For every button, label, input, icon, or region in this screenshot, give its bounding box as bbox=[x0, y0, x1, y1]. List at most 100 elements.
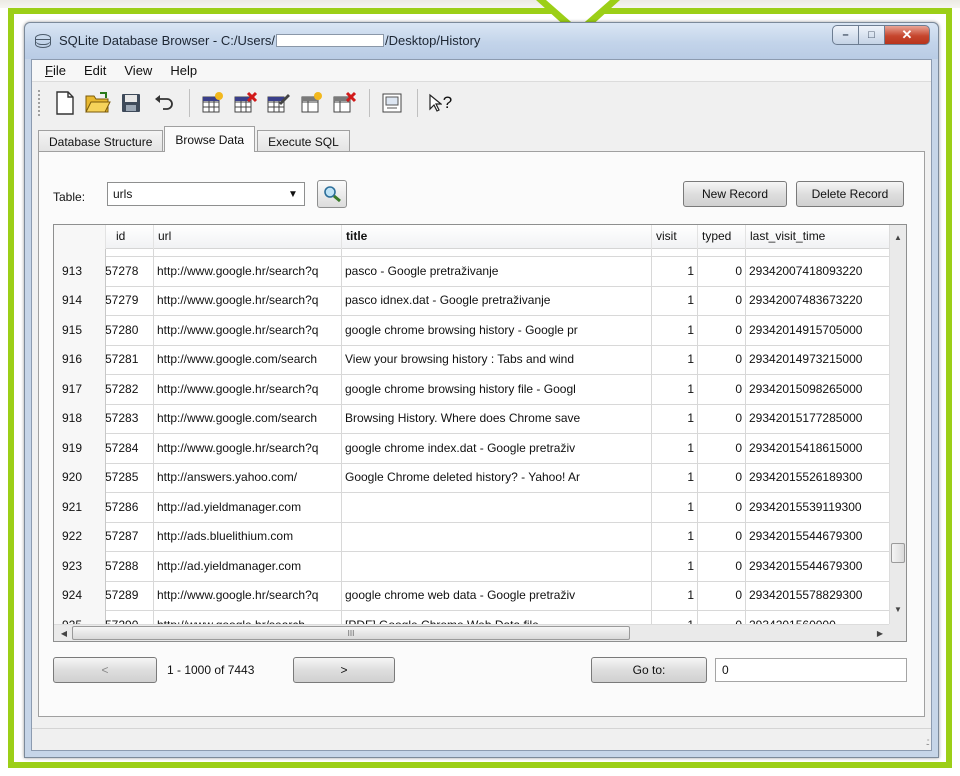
table-row[interactable]: 922 57287 http://ads.bluelithium.com 1 0 2934… bbox=[54, 522, 890, 552]
scroll-down-arrow-icon[interactable]: ▼ bbox=[890, 601, 906, 617]
id-cell[interactable]: 57286 bbox=[106, 492, 154, 523]
typed-cell[interactable]: 0 bbox=[698, 286, 746, 316]
id-cell[interactable]: 57279 bbox=[106, 286, 154, 316]
goto-input[interactable]: 0 bbox=[715, 658, 907, 682]
title-cell[interactable] bbox=[342, 522, 652, 552]
last-visit-time-cell[interactable]: 29342015526189300 bbox=[746, 463, 890, 493]
column-header-url[interactable]: url bbox=[154, 225, 342, 249]
url-cell[interactable]: http://www.google.hr/search?q bbox=[154, 286, 342, 316]
visit-cell[interactable]: 1 bbox=[652, 286, 698, 316]
new-record-button[interactable]: New Record bbox=[683, 181, 787, 207]
delete-record-button[interactable]: Delete Record bbox=[796, 181, 904, 207]
whats-this-icon[interactable]: ? bbox=[425, 88, 455, 118]
visit-cell[interactable]: 1 bbox=[652, 315, 698, 346]
scroll-up-arrow-icon[interactable]: ▲ bbox=[890, 229, 906, 245]
tab-execute-sql[interactable]: Execute SQL bbox=[257, 130, 350, 152]
table-row[interactable]: 915 57280 http://www.google.hr/search?q goo… bbox=[54, 315, 890, 346]
typed-cell[interactable]: 0 bbox=[698, 522, 746, 552]
table-row[interactable]: 919 57284 http://www.google.hr/search?q goo… bbox=[54, 433, 890, 464]
menu-help[interactable]: Help bbox=[161, 63, 206, 78]
column-header-id[interactable]: id bbox=[106, 225, 154, 249]
visit-cell[interactable]: 1 bbox=[652, 374, 698, 405]
column-header-visit[interactable]: visit bbox=[652, 225, 698, 249]
last-visit-time-cell[interactable]: 29342015544679300 bbox=[746, 552, 890, 582]
table-row[interactable]: 924 57289 http://www.google.hr/search?q goo… bbox=[54, 581, 890, 611]
typed-cell[interactable]: 0 bbox=[698, 492, 746, 523]
url-cell[interactable]: http://ads.bluelithium.com bbox=[154, 522, 342, 552]
typed-cell[interactable]: 0 bbox=[698, 315, 746, 346]
table-row[interactable]: 918 57283 http://www.google.com/search Brow… bbox=[54, 404, 890, 434]
last-visit-time-cell[interactable]: 29342015177285000 bbox=[746, 404, 890, 434]
id-cell[interactable]: 57280 bbox=[106, 315, 154, 346]
last-visit-time-cell[interactable]: 29342007418093220 bbox=[746, 257, 890, 287]
typed-cell[interactable]: 0 bbox=[698, 256, 746, 287]
column-header-typed[interactable]: typed bbox=[698, 225, 746, 249]
previous-page-button[interactable]: < bbox=[53, 657, 157, 683]
id-cell[interactable]: 57283 bbox=[106, 404, 154, 434]
tab-browse-data[interactable]: Browse Data bbox=[164, 126, 256, 152]
visit-cell[interactable]: 1 bbox=[652, 581, 698, 611]
table-select[interactable]: urls ▼ bbox=[107, 182, 305, 206]
title-cell[interactable]: Browsing History. Where does Chrome save bbox=[342, 404, 652, 434]
visit-cell[interactable]: 1 bbox=[652, 492, 698, 523]
url-cell[interactable]: http://www.google.com/search bbox=[154, 404, 342, 434]
title-cell[interactable]: google chrome web data - Google pretraži… bbox=[342, 581, 652, 611]
save-icon[interactable] bbox=[116, 88, 146, 118]
table-row[interactable]: 921 57286 http://ad.yieldmanager.com 1 0 2934… bbox=[54, 492, 890, 523]
title-cell[interactable]: google chrome index.dat - Google pretraž… bbox=[342, 433, 652, 464]
id-cell[interactable]: 57289 bbox=[106, 581, 154, 611]
visit-cell[interactable]: 1 bbox=[652, 522, 698, 552]
typed-cell[interactable]: 0 bbox=[698, 433, 746, 464]
url-cell[interactable]: http://ad.yieldmanager.com bbox=[154, 492, 342, 523]
id-cell[interactable]: 57278 bbox=[106, 256, 154, 287]
title-cell[interactable] bbox=[342, 551, 652, 582]
id-cell[interactable]: 57284 bbox=[106, 433, 154, 464]
visit-cell[interactable]: 1 bbox=[652, 433, 698, 464]
url-cell[interactable]: http://answers.yahoo.com/ bbox=[154, 463, 342, 493]
url-cell[interactable]: http://www.google.hr/search?q bbox=[154, 433, 342, 464]
title-cell[interactable]: View your browsing history : Tabs and wi… bbox=[342, 345, 652, 375]
menu-view[interactable]: View bbox=[115, 63, 161, 78]
table-row[interactable]: 920 57285 http://answers.yahoo.com/Google … bbox=[54, 463, 890, 493]
table-row[interactable]: 923 57288 http://ad.yieldmanager.com 1 0 2934… bbox=[54, 551, 890, 582]
goto-button[interactable]: Go to: bbox=[591, 657, 707, 683]
typed-cell[interactable]: 0 bbox=[698, 551, 746, 582]
url-cell[interactable]: http://www.google.hr/search?q bbox=[154, 374, 342, 405]
menu-file[interactable]: File bbox=[36, 63, 75, 78]
id-cell[interactable]: 57282 bbox=[106, 374, 154, 405]
vertical-scrollbar[interactable]: ▲ ▼ bbox=[889, 225, 906, 626]
last-visit-time-cell[interactable]: 29342014973215000 bbox=[746, 345, 890, 375]
horizontal-scroll-thumb[interactable]: III bbox=[72, 626, 630, 640]
title-cell[interactable] bbox=[342, 492, 652, 523]
maximize-button[interactable]: □ bbox=[858, 25, 885, 45]
scroll-right-arrow-icon[interactable]: ▶ bbox=[872, 625, 888, 641]
last-visit-time-cell[interactable]: 29342015418615000 bbox=[746, 434, 890, 464]
table-row[interactable]: 916 57281 http://www.google.com/search View… bbox=[54, 345, 890, 375]
visit-cell[interactable]: 1 bbox=[652, 256, 698, 287]
new-database-icon[interactable] bbox=[50, 88, 80, 118]
horizontal-scrollbar[interactable]: ◀ III ▶ bbox=[54, 624, 890, 641]
query-log-icon[interactable] bbox=[377, 88, 407, 118]
typed-cell[interactable]: 0 bbox=[698, 404, 746, 434]
typed-cell[interactable]: 0 bbox=[698, 345, 746, 375]
url-cell[interactable]: http://ad.yieldmanager.com bbox=[154, 551, 342, 582]
minimize-button[interactable]: – bbox=[832, 25, 859, 45]
open-database-icon[interactable] bbox=[83, 88, 113, 118]
title-cell[interactable]: pasco - Google pretraživanje bbox=[342, 256, 652, 287]
table-row[interactable]: 914 57279 http://www.google.hr/search?q pas… bbox=[54, 286, 890, 316]
resize-grip-icon[interactable]: .:: bbox=[926, 737, 931, 748]
next-page-button[interactable]: > bbox=[293, 657, 395, 683]
title-bar[interactable]: SQLite Database Browser - C:/Users/ /Desk… bbox=[25, 23, 938, 59]
table-row[interactable]: 917 57282 http://www.google.hr/search?q goo… bbox=[54, 374, 890, 405]
column-header-title[interactable]: title bbox=[342, 225, 652, 249]
undo-icon[interactable] bbox=[149, 88, 179, 118]
title-cell[interactable]: pasco idnex.dat - Google pretraživanje bbox=[342, 286, 652, 316]
last-visit-time-cell[interactable]: 29342015544679300 bbox=[746, 522, 890, 552]
id-cell[interactable]: 57281 bbox=[106, 345, 154, 375]
typed-cell[interactable]: 0 bbox=[698, 581, 746, 611]
last-visit-time-cell[interactable]: 29342014915705000 bbox=[746, 316, 890, 346]
id-cell[interactable]: 57288 bbox=[106, 551, 154, 582]
last-visit-time-cell[interactable]: 29342015098265000 bbox=[746, 375, 890, 405]
last-visit-time-cell[interactable]: 29342015539119300 bbox=[746, 493, 890, 523]
vertical-scroll-thumb[interactable] bbox=[891, 543, 905, 563]
